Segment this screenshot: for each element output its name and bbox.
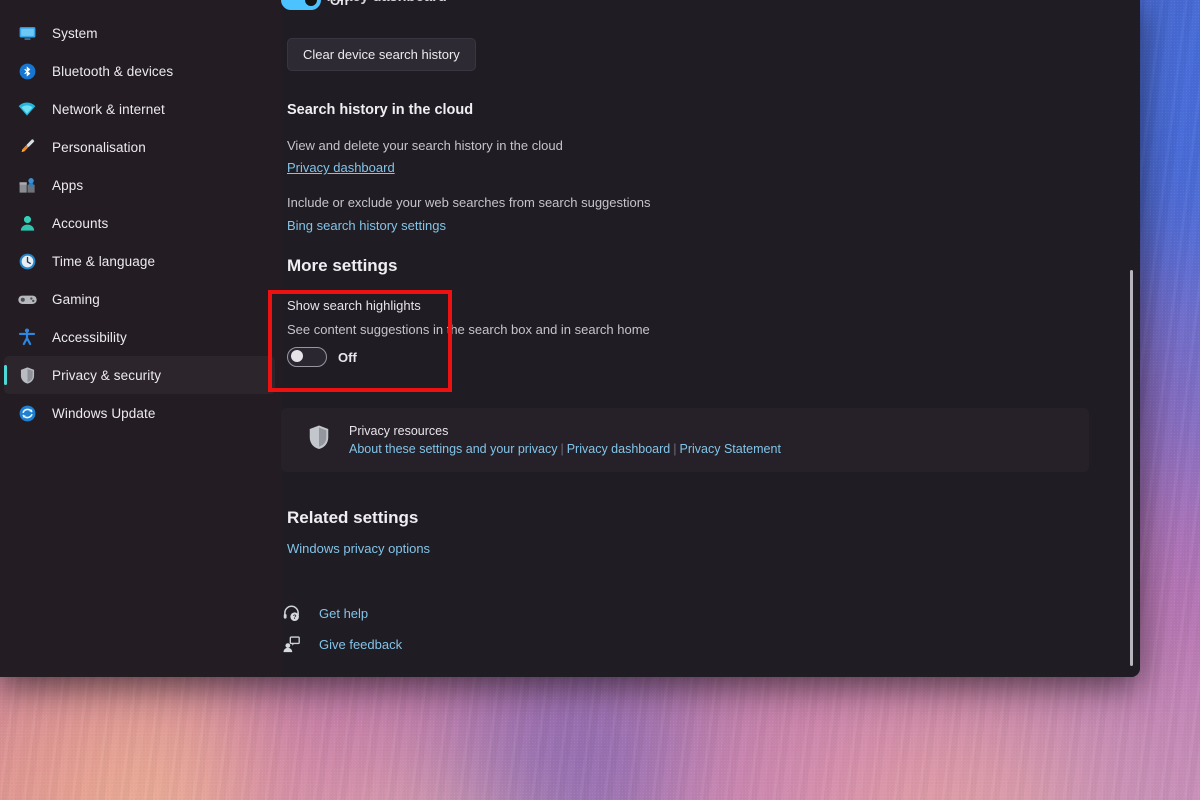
show-search-highlights-toggle[interactable] xyxy=(287,347,327,367)
sidebar-item-label: Privacy & security xyxy=(52,367,162,383)
sidebar-item-system[interactable]: System xyxy=(4,14,275,52)
sidebar-item-label: Accounts xyxy=(52,215,109,231)
sidebar-item-gaming[interactable]: Gaming xyxy=(4,280,275,318)
sidebar-item-label: Gaming xyxy=(52,291,100,307)
wifi-icon xyxy=(16,98,38,120)
svg-text:?: ? xyxy=(292,615,296,621)
scrollbar-thumb[interactable] xyxy=(1130,270,1133,666)
privacy-resources-card: Privacy resources About these settings a… xyxy=(281,408,1089,472)
bing-description: Include or exclude your web searches fro… xyxy=(287,195,651,210)
shield-icon xyxy=(306,424,332,457)
windows-privacy-options-link[interactable]: Windows privacy options xyxy=(287,541,430,556)
bing-search-history-settings-link[interactable]: Bing search history settings xyxy=(287,218,446,233)
give-feedback-label[interactable]: Give feedback xyxy=(319,637,402,652)
gamepad-icon xyxy=(16,288,38,310)
paintbrush-icon xyxy=(16,136,38,158)
privacy-dashboard-link[interactable]: Privacy dashboard xyxy=(287,160,395,175)
sidebar-item-label: Time & language xyxy=(52,253,156,269)
show-search-highlights-state: Off xyxy=(338,349,357,365)
sidebar-item-accessibility[interactable]: Accessibility xyxy=(4,318,275,356)
sidebar-item-accounts[interactable]: Accounts xyxy=(4,204,275,242)
cloud-description: View and delete your search history in t… xyxy=(287,138,563,153)
apps-icon xyxy=(16,174,38,196)
search-history-toggle[interactable] xyxy=(281,0,321,10)
about-settings-privacy-link[interactable]: About these settings and your privacy xyxy=(349,442,557,456)
bluetooth-icon xyxy=(16,60,38,82)
sidebar-item-label: Apps xyxy=(52,177,84,193)
sidebar-item-personalisation[interactable]: Personalisation xyxy=(4,128,275,166)
section-heading-more-settings: More settings xyxy=(287,256,398,275)
sidebar-item-label: System xyxy=(52,25,98,41)
link-separator: | xyxy=(560,442,564,456)
get-help-row[interactable]: ? Get help xyxy=(281,603,368,623)
sidebar-item-windows-update[interactable]: Windows Update xyxy=(4,394,275,432)
sidebar-item-label: Personalisation xyxy=(52,139,146,155)
sidebar-item-time-language[interactable]: Time & language xyxy=(4,242,275,280)
show-search-highlights-title: Show search highlights xyxy=(287,298,421,313)
person-icon xyxy=(16,212,38,234)
clear-device-search-history-button[interactable]: Clear device search history xyxy=(287,38,476,71)
get-help-label[interactable]: Get help xyxy=(319,606,368,621)
show-search-highlights-toggle-row: Off xyxy=(287,347,357,367)
sidebar-item-label: Bluetooth & devices xyxy=(52,63,174,79)
clock-icon xyxy=(16,250,38,272)
toggle-knob xyxy=(305,0,317,6)
sidebar-item-label: Accessibility xyxy=(52,329,127,345)
privacy-statement-link[interactable]: Privacy Statement xyxy=(680,442,781,456)
search-history-toggle-state: On xyxy=(330,0,349,8)
selection-accent-bar xyxy=(4,365,7,385)
search-history-toggle-row: On xyxy=(281,0,348,10)
help-headset-icon: ? xyxy=(281,603,301,623)
privacy-dashboard-card-link[interactable]: Privacy dashboard xyxy=(567,442,671,456)
privacy-resources-text-block: Privacy resources About these settings a… xyxy=(349,424,781,456)
section-heading-search-history-cloud: Search history in the cloud xyxy=(287,102,474,118)
sidebar-item-apps[interactable]: Apps xyxy=(4,166,275,204)
sidebar-item-network-internet[interactable]: Network & internet xyxy=(4,90,275,128)
privacy-resources-title: Privacy resources xyxy=(349,424,449,438)
content-scrollbar[interactable] xyxy=(1127,0,1137,677)
feedback-person-icon xyxy=(281,634,301,654)
toggle-knob xyxy=(291,350,303,362)
privacy-resources-links: About these settings and your privacy | Pr… xyxy=(349,442,781,456)
sidebar-item-label: Windows Update xyxy=(52,405,156,421)
settings-sidebar: System Bluetooth & devices Network & int… xyxy=(0,0,281,677)
settings-window: System Bluetooth & devices Network & int… xyxy=(0,0,1140,677)
update-icon xyxy=(16,402,38,424)
settings-content-pane: Privacy dashboard On Clear device search… xyxy=(281,0,1140,677)
sidebar-item-privacy-security[interactable]: Privacy & security xyxy=(4,356,275,394)
section-heading-related-settings: Related settings xyxy=(287,508,419,527)
link-separator: | xyxy=(673,442,677,456)
sidebar-item-label: Network & internet xyxy=(52,101,165,117)
accessibility-icon xyxy=(16,326,38,348)
sidebar-item-bluetooth-devices[interactable]: Bluetooth & devices xyxy=(4,52,275,90)
give-feedback-row[interactable]: Give feedback xyxy=(281,634,402,654)
monitor-icon xyxy=(16,22,38,44)
show-search-highlights-description: See content suggestions in the search bo… xyxy=(287,322,650,337)
shield-icon xyxy=(16,364,38,386)
